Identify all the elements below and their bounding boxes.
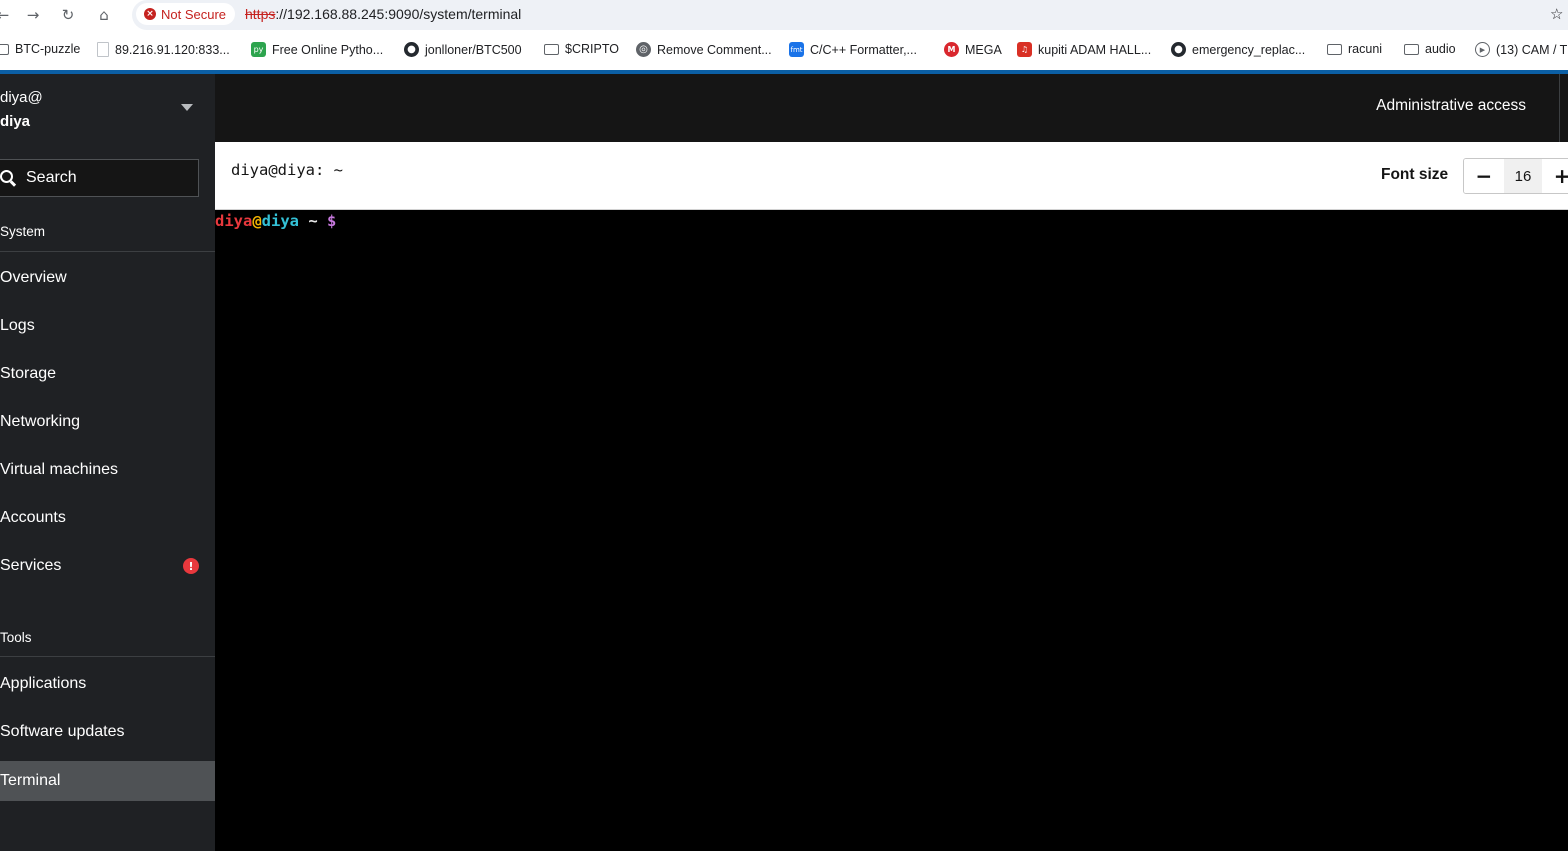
bookmark-item[interactable]: BTC-puzzle bbox=[0, 42, 80, 56]
bookmark-item[interactable]: ● emergency_replac... bbox=[1171, 42, 1305, 57]
sidebar: diya@ diya Search System Overview Logs S… bbox=[0, 74, 215, 851]
bookmark-item[interactable]: ◎ Remove Comment... bbox=[636, 42, 772, 57]
bookmark-item[interactable]: ● jonlloner/BTC500 bbox=[404, 42, 522, 57]
url-path: ://192.168.88.245:9090/system/terminal bbox=[275, 6, 522, 22]
folder-icon bbox=[1404, 43, 1419, 55]
file-icon bbox=[97, 42, 109, 57]
prompt-host: diya bbox=[261, 212, 299, 230]
font-size-stepper: − 16 + bbox=[1463, 158, 1568, 194]
security-label: Not Secure bbox=[161, 6, 227, 22]
search-input[interactable]: Search bbox=[0, 159, 199, 197]
host-user: diya@ bbox=[0, 89, 43, 106]
browser-toolbar: ← → ↻ ⌂ × Not Secure https://192.168.88.… bbox=[0, 0, 1568, 30]
alert-icon: ! bbox=[183, 558, 199, 574]
bookmark-item[interactable]: fmt C/C++ Formatter,... bbox=[789, 42, 917, 57]
host-name: diya bbox=[0, 113, 31, 130]
search-placeholder: Search bbox=[26, 169, 77, 186]
bookmark-item[interactable]: M MEGA bbox=[944, 42, 1002, 57]
prompt-symbol: $ bbox=[327, 212, 337, 230]
search-icon bbox=[0, 169, 17, 187]
bookmarks-bar: BTC-puzzle 89.216.91.120:833... py Free O… bbox=[0, 30, 1568, 70]
prompt-user: diya bbox=[215, 212, 253, 230]
github-icon: ● bbox=[404, 42, 419, 57]
address-url[interactable]: https://192.168.88.245:9090/system/termi… bbox=[245, 6, 521, 22]
bookmark-item[interactable]: audio bbox=[1404, 42, 1456, 56]
administrative-access-button[interactable]: Administrative access bbox=[1376, 97, 1526, 115]
python-site-icon: py bbox=[251, 42, 266, 57]
sidebar-item-software-updates[interactable]: Software updates bbox=[0, 712, 215, 752]
prompt-at: @ bbox=[252, 212, 262, 230]
folder-icon bbox=[1327, 43, 1342, 55]
bookmark-item[interactable]: py Free Online Pytho... bbox=[251, 42, 383, 57]
terminal-header: diya@diya: ~ Font size − 16 + bbox=[215, 142, 1568, 210]
terminal-screen[interactable]: diya@diya ~ $ bbox=[215, 211, 1568, 851]
font-size-increase-button[interactable]: + bbox=[1542, 159, 1568, 193]
globe-icon: ◎ bbox=[636, 42, 651, 57]
mega-icon: M bbox=[944, 42, 959, 57]
sidebar-item-accounts[interactable]: Accounts bbox=[0, 498, 215, 538]
forward-arrow-icon[interactable]: → bbox=[22, 4, 44, 26]
bookmark-item[interactable]: 89.216.91.120:833... bbox=[97, 42, 230, 57]
fmt-icon: fmt bbox=[789, 42, 804, 57]
section-divider bbox=[0, 251, 215, 252]
home-icon[interactable]: ⌂ bbox=[93, 4, 115, 26]
shop-icon: ♫ bbox=[1017, 42, 1032, 57]
url-scheme: https bbox=[245, 6, 276, 22]
sidebar-item-logs[interactable]: Logs bbox=[0, 306, 215, 346]
back-arrow-icon[interactable]: ← bbox=[0, 4, 14, 26]
folder-icon bbox=[0, 43, 9, 55]
play-icon: ▶ bbox=[1475, 42, 1490, 57]
sidebar-item-terminal[interactable]: Terminal bbox=[0, 761, 215, 801]
sidebar-item-networking[interactable]: Networking bbox=[0, 402, 215, 442]
sidebar-item-services[interactable]: Services ! bbox=[0, 546, 215, 586]
masthead-divider bbox=[1559, 74, 1560, 142]
bookmark-item[interactable]: ♫ kupiti ADAM HALL... bbox=[1017, 42, 1151, 57]
bookmark-item[interactable]: ▶ (13) CAM / T bbox=[1475, 42, 1567, 57]
host-switcher[interactable]: diya@ diya bbox=[0, 86, 43, 134]
security-chip[interactable]: × Not Secure bbox=[136, 3, 236, 25]
prompt-path: ~ bbox=[299, 212, 327, 230]
github-icon: ● bbox=[1171, 42, 1186, 57]
bookmark-star-icon[interactable]: ☆ bbox=[1550, 5, 1563, 23]
folder-icon bbox=[544, 43, 559, 55]
terminal-title: diya@diya: ~ bbox=[231, 161, 343, 179]
section-heading-tools: Tools bbox=[0, 630, 32, 645]
warning-icon: × bbox=[144, 8, 156, 20]
masthead: Administrative access bbox=[215, 74, 1568, 142]
bookmark-item[interactable]: $CRIPTO bbox=[544, 42, 619, 56]
caret-down-icon[interactable] bbox=[181, 104, 193, 111]
sidebar-item-storage[interactable]: Storage bbox=[0, 354, 215, 394]
font-size-decrease-button[interactable]: − bbox=[1464, 159, 1504, 193]
sidebar-item-overview[interactable]: Overview bbox=[0, 258, 215, 298]
reload-icon[interactable]: ↻ bbox=[57, 4, 79, 26]
section-divider bbox=[0, 656, 215, 657]
sidebar-item-virtual-machines[interactable]: Virtual machines bbox=[0, 450, 215, 490]
font-size-label: Font size bbox=[1381, 166, 1449, 183]
shell-prompt: diya@diya ~ $ bbox=[215, 211, 336, 231]
font-size-value[interactable]: 16 bbox=[1503, 159, 1543, 193]
bookmark-item[interactable]: racuni bbox=[1327, 42, 1382, 56]
section-heading-system: System bbox=[0, 224, 46, 239]
sidebar-item-applications[interactable]: Applications bbox=[0, 664, 215, 704]
